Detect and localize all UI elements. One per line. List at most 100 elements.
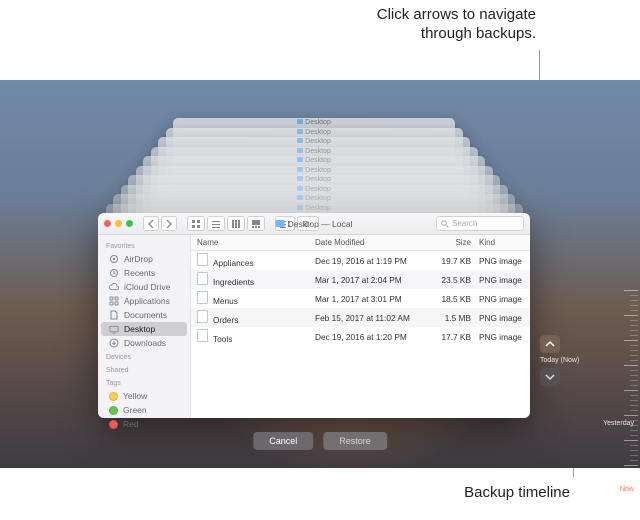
sidebar-item-recents[interactable]: Recents <box>101 266 187 280</box>
timeline-tick <box>624 365 638 366</box>
file-name: Menus <box>213 296 238 306</box>
tag-red[interactable]: Red <box>101 417 187 431</box>
timeline-tick <box>630 330 638 331</box>
minimize-button[interactable] <box>115 220 122 227</box>
desktop-icon <box>109 324 119 334</box>
file-size: 17.7 KB <box>425 332 479 342</box>
sidebar-item-documents[interactable]: Documents <box>101 308 187 322</box>
folder-icon <box>276 220 285 227</box>
back-button[interactable] <box>143 216 159 231</box>
timeline-tick <box>630 370 638 371</box>
sidebar-header-devices: Devices <box>98 350 190 363</box>
time-machine-scene: DesktopDesktopDesktopDesktopDesktopDeskt… <box>0 80 640 468</box>
file-name: Ingredients <box>213 277 254 287</box>
timeline-tick <box>630 435 638 436</box>
column-size[interactable]: Size <box>425 238 479 247</box>
search-input[interactable]: Search <box>436 216 524 231</box>
finder-titlebar: Desktop — Local Search <box>98 213 530 235</box>
column-date[interactable]: Date Modified <box>315 238 425 247</box>
timeline-tick <box>630 355 638 356</box>
window-controls <box>104 220 133 227</box>
sidebar-item-label: iCloud Drive <box>124 282 170 292</box>
sidebar-header-tags: Tags <box>98 376 190 389</box>
timeline-tick <box>630 475 638 476</box>
search-icon <box>441 220 449 228</box>
file-kind: PNG image <box>479 294 524 304</box>
file-size: 23.5 KB <box>425 275 479 285</box>
nav-forward-button[interactable] <box>540 368 560 386</box>
timeline-tick <box>630 320 638 321</box>
restore-button[interactable]: Restore <box>323 432 387 450</box>
column-name[interactable]: Name <box>197 238 315 247</box>
file-row[interactable]: ToolsDec 19, 2016 at 1:20 PM17.7 KBPNG i… <box>191 327 530 346</box>
view-icon-button[interactable] <box>187 216 205 231</box>
timeline-tick <box>630 325 638 326</box>
timeline-tick <box>630 335 638 336</box>
timeline-tick <box>624 290 638 291</box>
sidebar-item-label: Downloads <box>124 338 166 348</box>
sidebar-item-downloads[interactable]: Downloads <box>101 336 187 350</box>
timeline-tick <box>624 465 638 466</box>
tag-yellow[interactable]: Yellow <box>101 389 187 403</box>
view-gallery-button[interactable] <box>247 216 265 231</box>
timeline-tick <box>630 305 638 306</box>
file-date: Dec 19, 2016 at 1:20 PM <box>315 332 425 342</box>
file-name: Appliances <box>213 258 254 268</box>
file-row[interactable]: IngredientsMar 1, 2017 at 2:04 PM23.5 KB… <box>191 270 530 289</box>
timeline-tick <box>624 315 638 316</box>
zoom-button[interactable] <box>126 220 133 227</box>
tag-label: Green <box>123 405 147 415</box>
tag-dot-icon <box>109 406 118 415</box>
file-row[interactable]: AppliancesDec 19, 2016 at 1:19 PM19.7 KB… <box>191 251 530 270</box>
close-button[interactable] <box>104 220 111 227</box>
annotation-top: Click arrows to navigate through backups… <box>377 6 536 44</box>
tag-dot-icon <box>109 392 118 401</box>
timeline-tick <box>630 430 638 431</box>
sidebar-item-label: Recents <box>124 268 155 278</box>
tag-green[interactable]: Green <box>101 403 187 417</box>
sidebar-item-airdrop[interactable]: AirDrop <box>101 252 187 266</box>
cloud-icon <box>109 282 119 292</box>
sidebar-item-label: Desktop <box>124 324 155 334</box>
timeline-tick <box>630 310 638 311</box>
sidebar-item-desktop[interactable]: Desktop <box>101 322 187 336</box>
file-icon <box>197 291 208 304</box>
tag-label: Red <box>123 419 139 429</box>
view-column-button[interactable] <box>227 216 245 231</box>
sidebar-item-applications[interactable]: Applications <box>101 294 187 308</box>
download-icon <box>109 338 119 348</box>
current-snapshot-label: Today (Now) <box>540 357 562 364</box>
backup-timeline[interactable]: YesterdayTodayNow <box>588 290 638 520</box>
timeline-tick <box>630 380 638 381</box>
file-kind: PNG image <box>479 275 524 285</box>
column-kind[interactable]: Kind <box>479 238 524 247</box>
timeline-label: Today <box>615 468 634 475</box>
file-kind: PNG image <box>479 332 524 342</box>
sidebar-item-icloud-drive[interactable]: iCloud Drive <box>101 280 187 294</box>
timeline-tick <box>630 455 638 456</box>
sidebar-header-favorites: Favorites <box>98 239 190 252</box>
timeline-label: Yesterday <box>603 420 634 427</box>
timeline-tick <box>630 375 638 376</box>
timeline-tick <box>630 385 638 386</box>
view-list-button[interactable] <box>207 216 225 231</box>
file-date: Feb 15, 2017 at 11:02 AM <box>315 313 425 323</box>
timeline-tick <box>630 395 638 396</box>
file-row[interactable]: MenusMar 1, 2017 at 3:01 PM18.5 KBPNG im… <box>191 289 530 308</box>
airdrop-icon <box>109 254 119 264</box>
timeline-tick <box>630 300 638 301</box>
timeline-tick <box>630 295 638 296</box>
timeline-tick <box>624 440 638 441</box>
doc-icon <box>109 310 119 320</box>
file-list-pane: Name Date Modified Size Kind Appliances D… <box>191 235 530 418</box>
forward-button[interactable] <box>161 216 177 231</box>
file-kind: PNG image <box>479 313 524 323</box>
backup-nav-arrows: Today (Now) <box>540 333 562 388</box>
nav-backward-button[interactable] <box>540 335 560 353</box>
file-date: Mar 1, 2017 at 3:01 PM <box>315 294 425 304</box>
file-icon <box>197 253 208 266</box>
file-row[interactable]: OrdersFeb 15, 2017 at 11:02 AM1.5 MBPNG … <box>191 308 530 327</box>
cancel-button[interactable]: Cancel <box>253 432 313 450</box>
timeline-tick <box>630 450 638 451</box>
file-date: Dec 19, 2016 at 1:19 PM <box>315 256 425 266</box>
